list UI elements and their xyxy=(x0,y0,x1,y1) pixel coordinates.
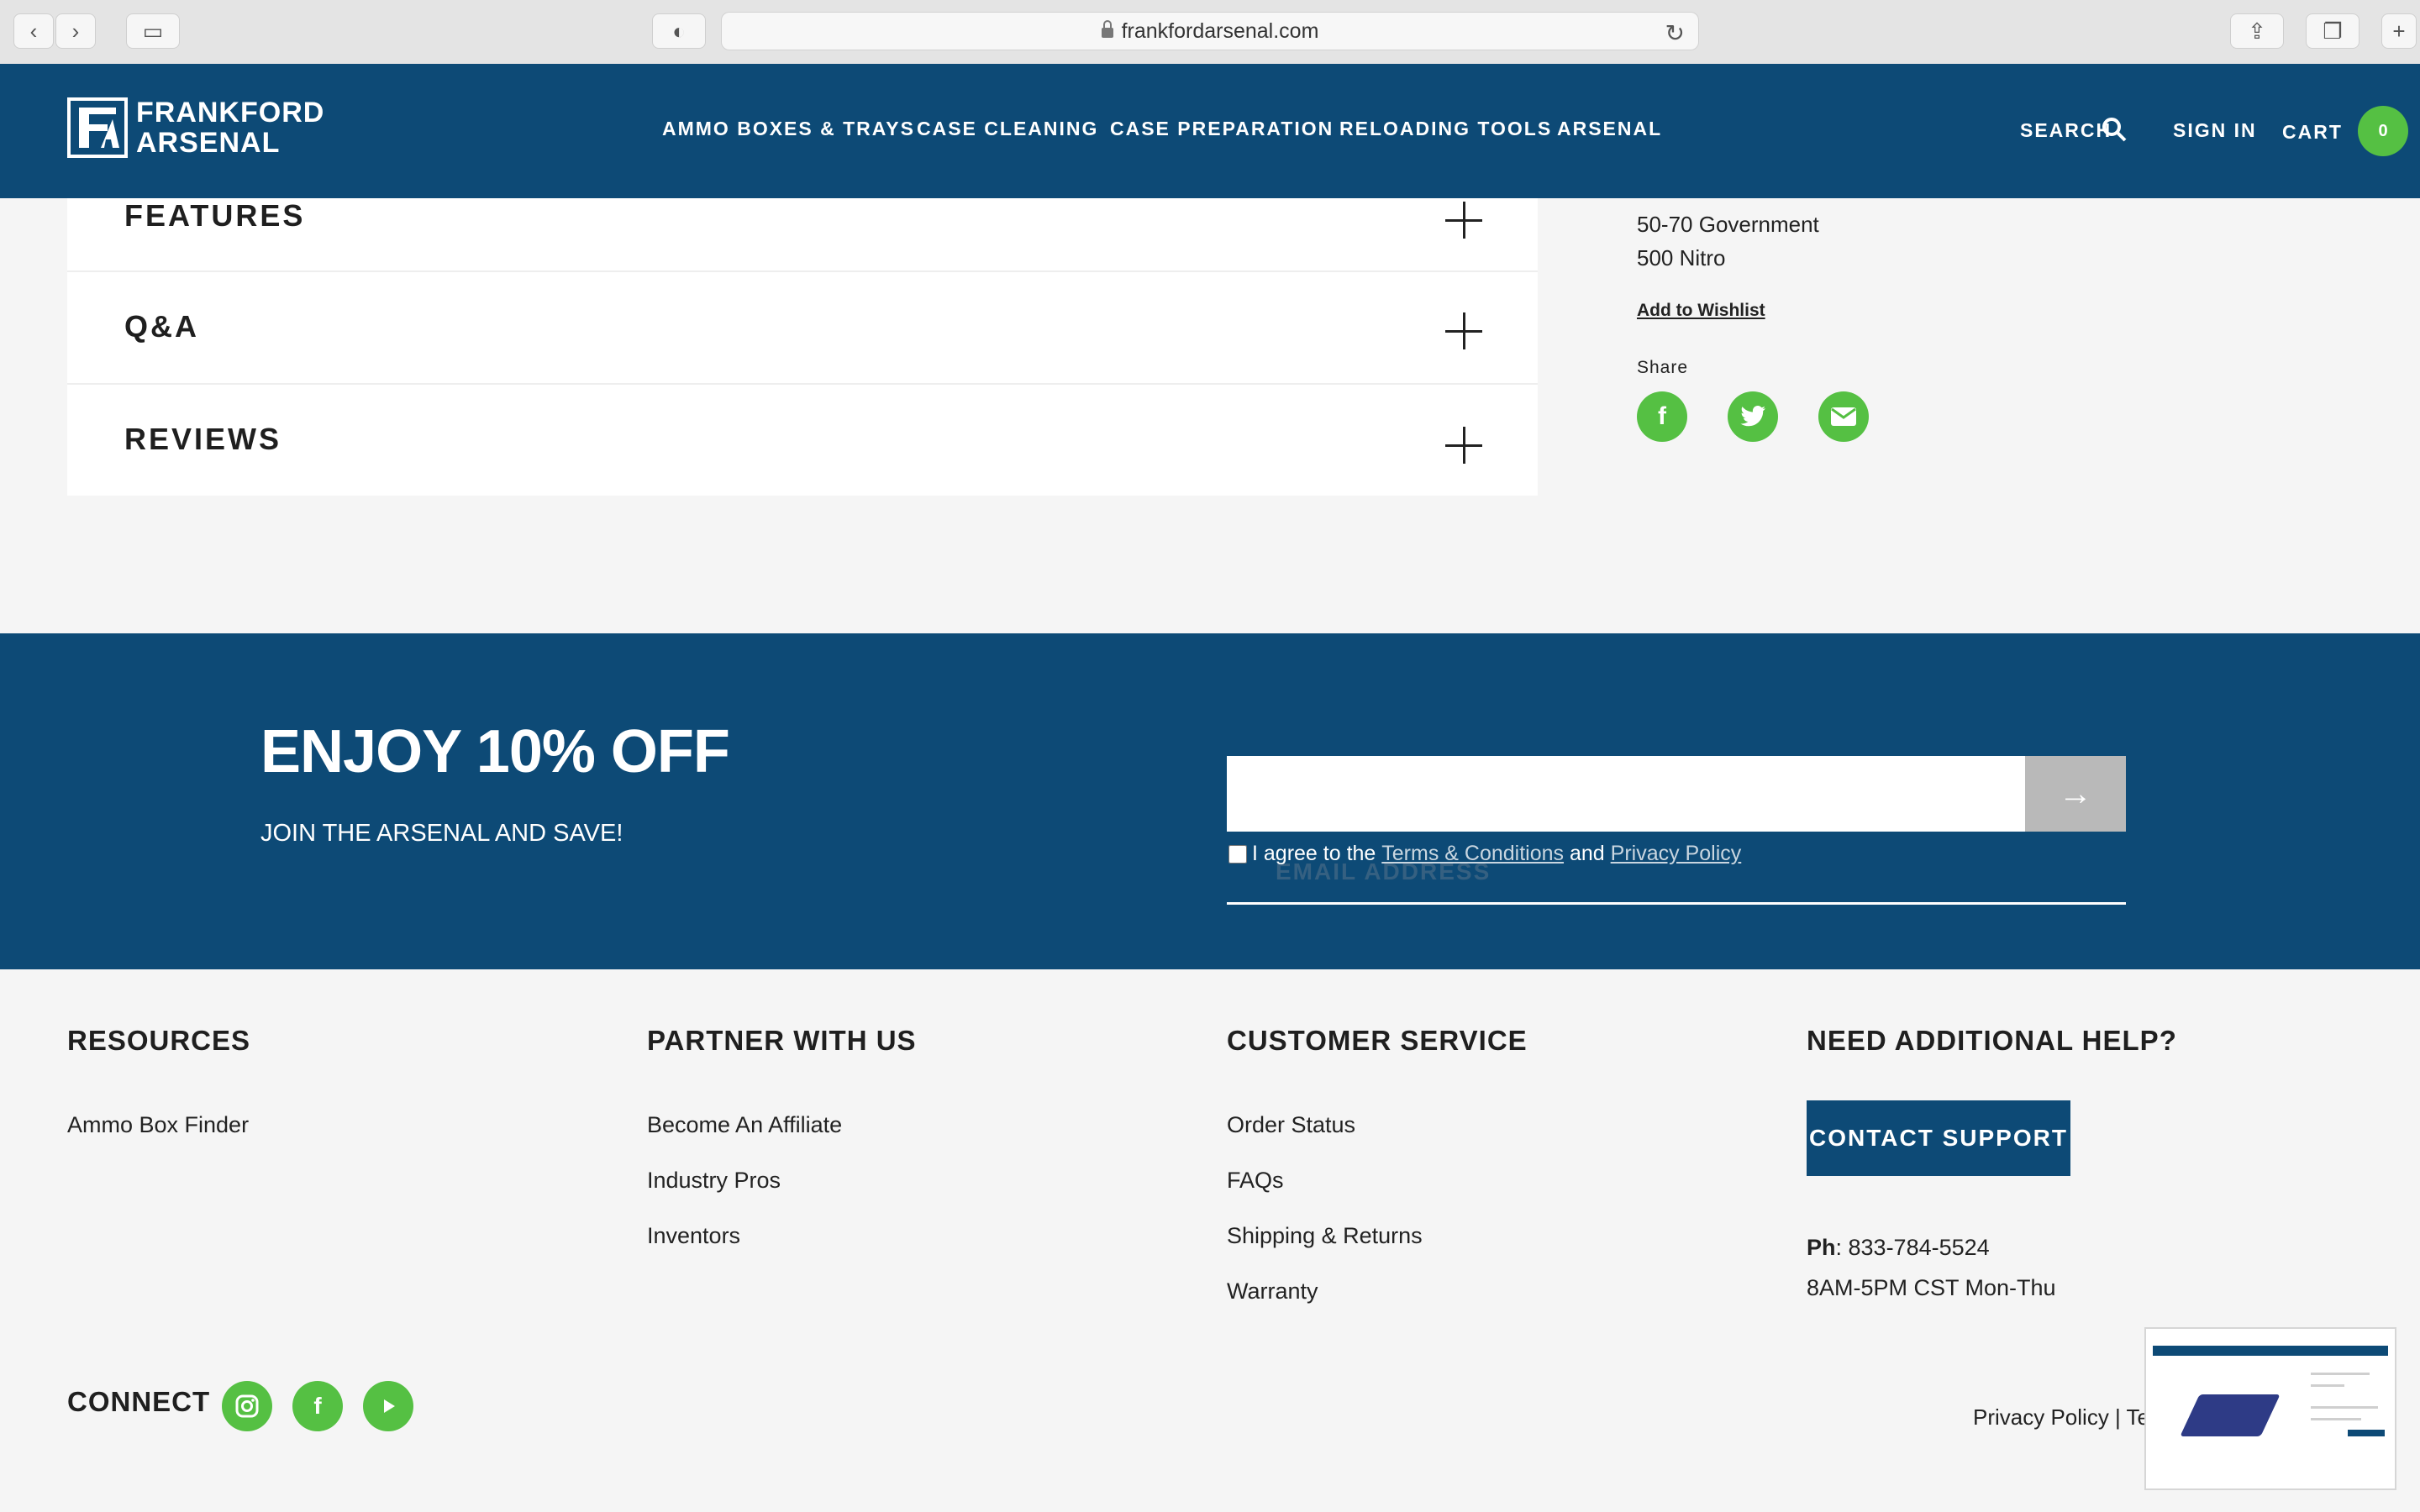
reload-icon[interactable]: ↻ xyxy=(1665,19,1685,47)
footer-link-ammo-box-finder[interactable]: Ammo Box Finder xyxy=(67,1112,249,1138)
privacy-link[interactable]: Privacy Policy xyxy=(1611,842,1742,866)
agree-text: I agree to the xyxy=(1252,842,1376,865)
footer-link-order-status[interactable]: Order Status xyxy=(1227,1112,1355,1138)
forward-button[interactable]: › xyxy=(55,13,96,49)
thumbnail-line xyxy=(2311,1406,2378,1409)
plus-icon[interactable] xyxy=(1445,202,1482,239)
url-text: frankfordarsenal.com xyxy=(1121,18,1319,43)
terms-link[interactable]: Terms & Conditions xyxy=(1381,842,1564,866)
site-logo[interactable]: FRANKFORD ARSENAL xyxy=(67,94,324,161)
sidebar-toggle-button[interactable]: ▭ xyxy=(126,13,180,49)
contact-support-button[interactable]: CONTACT SUPPORT xyxy=(1807,1100,2070,1176)
shield-icon: ◐ xyxy=(672,18,686,44)
nav-ammo-boxes-trays[interactable]: AMMO BOXES & TRAYS xyxy=(662,118,915,140)
twitter-icon[interactable] xyxy=(1728,391,1778,442)
accordion-title: Q&A xyxy=(124,309,199,344)
facebook-icon[interactable]: f xyxy=(1637,391,1687,442)
logo-line1: FRANKFORD xyxy=(136,97,325,129)
accordion-title: REVIEWS xyxy=(124,422,282,456)
cart-count-badge[interactable]: 0 xyxy=(2358,106,2408,156)
thumbnail-header xyxy=(2153,1346,2388,1356)
email-icon[interactable] xyxy=(1818,391,1869,442)
footer-heading-resources: RESOURCES xyxy=(67,1025,251,1056)
search-icon[interactable] xyxy=(2101,116,2128,143)
accordion-reviews[interactable]: REVIEWS xyxy=(67,383,1538,496)
accordion-features[interactable]: FEATURES xyxy=(67,198,1538,272)
connect-label: CONNECT xyxy=(67,1386,211,1417)
arrow-right-icon: → xyxy=(2059,774,2092,812)
browser-toolbar: ‹ › ▭ ◐ frankfordarsenal.com ↻ ⇪ ❐ + xyxy=(0,0,2420,65)
nav-case-preparation[interactable]: CASE PREPARATION xyxy=(1110,118,1334,140)
plus-icon[interactable] xyxy=(1445,427,1482,464)
thumbnail-line xyxy=(2311,1418,2361,1420)
footer-bottom-links[interactable]: Privacy Policy | Te xyxy=(1973,1404,2149,1431)
share-icon: ⇪ xyxy=(2248,18,2266,44)
footer-link-faqs[interactable]: FAQs xyxy=(1227,1168,1284,1194)
footer-link-inventors[interactable]: Inventors xyxy=(647,1223,740,1249)
share-button[interactable]: ⇪ xyxy=(2230,13,2284,49)
nav-reloading-tools[interactable]: RELOADING TOOLS xyxy=(1339,118,1552,140)
phone-number: : 833-784-5524 xyxy=(1835,1235,1990,1260)
tabs-overview-button[interactable]: ❐ xyxy=(2306,13,2360,49)
sidebar-icon: ▭ xyxy=(142,18,164,44)
footer-link-affiliate[interactable]: Become An Affiliate xyxy=(647,1112,842,1138)
footer-heading-customer-service: CUSTOMER SERVICE xyxy=(1227,1025,1528,1056)
site-header: FRANKFORD ARSENAL AMMO BOXES & TRAYS CAS… xyxy=(0,64,2420,198)
sign-in-link[interactable]: SIGN IN xyxy=(2173,119,2257,142)
product-accordion: FEATURES Q&A REVIEWS xyxy=(67,198,1538,496)
cart-link[interactable]: CART xyxy=(2282,121,2343,144)
footer-link-warranty[interactable]: Warranty xyxy=(1227,1278,1318,1305)
thumbnail-line xyxy=(2311,1373,2370,1375)
footer-heading-partner: PARTNER WITH US xyxy=(647,1025,917,1056)
privacy-shield-button[interactable]: ◐ xyxy=(652,13,706,49)
facebook-icon[interactable]: f xyxy=(292,1381,343,1431)
phone-label: Ph xyxy=(1807,1235,1836,1260)
and-text: and xyxy=(1569,842,1605,865)
search-label[interactable]: SEARCH xyxy=(2020,119,2112,142)
phone-line: Ph: 833-784-5524 xyxy=(1807,1235,1990,1261)
newsletter-submit-button[interactable]: → xyxy=(2025,756,2126,832)
instagram-icon[interactable] xyxy=(222,1381,272,1431)
newsletter-section: ENJOY 10% OFF JOIN THE ARSENAL AND SAVE!… xyxy=(0,633,2420,969)
youtube-icon[interactable] xyxy=(363,1381,413,1431)
address-bar[interactable]: frankfordarsenal.com ↻ xyxy=(721,12,1699,50)
chevron-right-icon: › xyxy=(71,18,80,44)
footer-heading-help: NEED ADDITIONAL HELP? xyxy=(1807,1025,2177,1056)
promo-title: ENJOY 10% OFF xyxy=(260,718,730,785)
page-thumbnail-preview[interactable] xyxy=(2144,1327,2396,1490)
plus-icon: + xyxy=(2392,18,2406,44)
email-underline xyxy=(1227,902,2126,905)
share-label: Share xyxy=(1637,358,1689,377)
agree-checkbox[interactable] xyxy=(1228,844,1247,864)
lock-icon xyxy=(1101,20,1113,38)
nav-arsenal[interactable]: ARSENAL xyxy=(1557,118,1662,140)
promo-subtitle: JOIN THE ARSENAL AND SAVE! xyxy=(260,820,623,847)
accordion-qa[interactable]: Q&A xyxy=(67,270,1538,385)
thumbnail-line xyxy=(2311,1384,2344,1387)
add-to-wishlist-link[interactable]: Add to Wishlist xyxy=(1637,301,1765,321)
thumbnail-button xyxy=(2348,1430,2385,1436)
footer-link-industry-pros[interactable]: Industry Pros xyxy=(647,1168,781,1194)
email-input[interactable] xyxy=(1227,756,2025,832)
logo-line2: ARSENAL xyxy=(136,127,281,159)
accordion-title: FEATURES xyxy=(124,198,306,233)
caliber-item: 50-70 Government xyxy=(1637,212,1819,237)
logo-mark-icon xyxy=(67,97,128,158)
plus-icon[interactable] xyxy=(1445,312,1482,349)
support-hours: 8AM-5PM CST Mon-Thu xyxy=(1807,1275,2056,1300)
back-button[interactable]: ‹ xyxy=(13,13,54,49)
caliber-item: 500 Nitro xyxy=(1637,245,1726,270)
new-tab-button[interactable]: + xyxy=(2381,13,2417,49)
agree-row: I agree to the Terms & Conditions and Pr… xyxy=(1228,842,1741,866)
tabs-icon: ❐ xyxy=(2323,18,2343,44)
chevron-left-icon: ‹ xyxy=(29,18,38,44)
thumbnail-product-image xyxy=(2180,1394,2281,1436)
logo-text: FRANKFORD ARSENAL xyxy=(136,97,324,158)
footer-link-shipping-returns[interactable]: Shipping & Returns xyxy=(1227,1223,1423,1249)
nav-case-cleaning[interactable]: CASE CLEANING xyxy=(917,118,1098,140)
